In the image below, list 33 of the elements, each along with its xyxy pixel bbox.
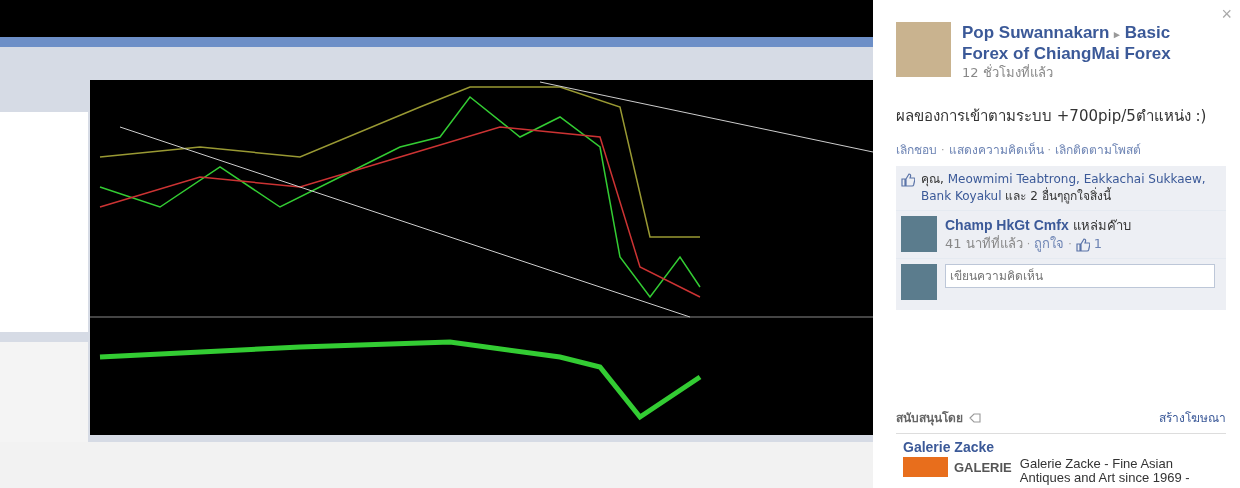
sponsored-title: สนับสนุนโดย: [896, 410, 963, 427]
like-count[interactable]: 1: [1093, 235, 1102, 253]
commenter-link[interactable]: Champ HkGt Cmfx: [945, 217, 1069, 233]
ad-text: Galerie Zacke - Fine Asian Antiques and Art since 1969 -: [1019, 457, 1191, 485]
like-link[interactable]: ถูกใจ: [1034, 235, 1065, 253]
avatar: [901, 264, 937, 300]
separator-dot: ·: [941, 143, 945, 156]
action-link[interactable]: เลิกติดตามโพสต์: [1055, 140, 1141, 159]
post-header-link[interactable]: Pop Suwannakarn ▸ Basic Forex of ChiangMai Forex: [962, 23, 1212, 64]
comment-time: 41 นาทีที่แล้ว: [945, 235, 1023, 253]
post-text: ผลของการเข้าตามระบบ +700pip/5ตำแหน่ง :): [896, 106, 1208, 127]
post-time[interactable]: 12 ชั่วโมงที่แล้ว: [962, 64, 1212, 82]
liker-link[interactable]: Eakkachai Sukkaew,: [1083, 172, 1206, 186]
likes-count-text: และ 2 อื่นๆถูกใจสิ่งนี้: [1005, 189, 1111, 203]
comment-text: แหล่มค๊าบ: [1072, 218, 1131, 233]
create-ad-link[interactable]: สร้างโฆษณา: [1159, 408, 1226, 427]
thumbs-up-icon: [1075, 238, 1090, 252]
likes-you: คุณ,: [921, 172, 944, 186]
tag-icon: [969, 412, 981, 423]
separator-dot: ·: [1047, 143, 1051, 156]
thumbs-up-icon: [901, 173, 915, 187]
ad-logo-text: GALERIE: [954, 459, 1012, 475]
comment-input[interactable]: เขียนความคิดเห็น: [945, 264, 1215, 288]
liker-link[interactable]: Bank Koyakul: [921, 189, 1002, 203]
action-link[interactable]: เลิกชอบ: [896, 140, 937, 159]
avatar[interactable]: [896, 22, 951, 77]
separator-dot: ·: [1068, 236, 1072, 252]
action-link[interactable]: แสดงความคิดเห็น: [948, 140, 1044, 159]
separator-dot: ·: [1026, 236, 1031, 252]
ad-title-link[interactable]: Galerie Zacke: [903, 439, 1226, 455]
logo-square: [903, 457, 948, 477]
liker-link[interactable]: Meowmimi Teabtrong,: [947, 172, 1080, 186]
avatar[interactable]: [901, 216, 937, 252]
